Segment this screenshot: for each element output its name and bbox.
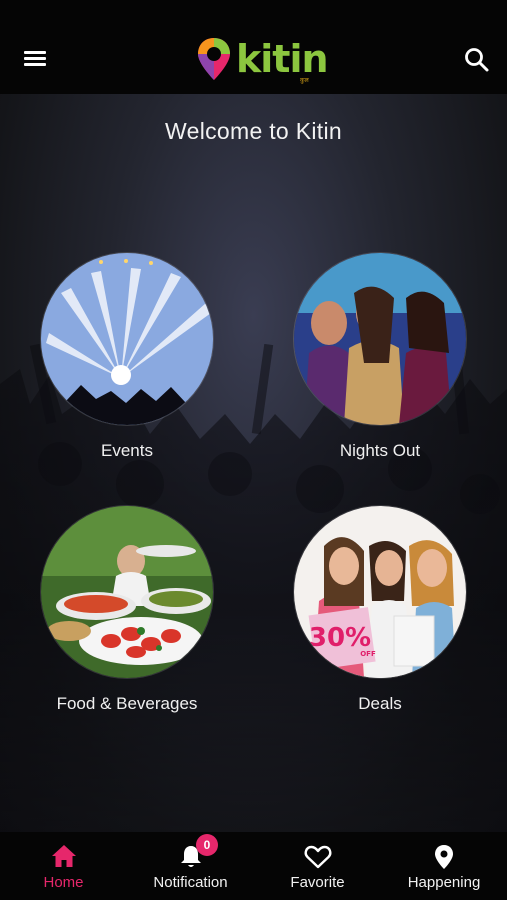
category-tile-nights-out[interactable]: Nights Out (280, 252, 480, 461)
deals-image: 30% OFF (293, 505, 467, 679)
category-tile-deals[interactable]: 30% OFF Deals (280, 505, 480, 714)
logo-wordmark: kitin (236, 37, 329, 81)
nav-favorite-label: Favorite (290, 874, 345, 891)
nav-notification-label: Notification (153, 874, 228, 891)
deals-label: Deals (358, 694, 402, 713)
logo-pin-icon (198, 38, 230, 80)
home-content: Welcome to Kitin Events Nights Out Food … (0, 94, 507, 832)
food-beverages-label: Food & Beverages (56, 694, 198, 713)
nav-home-label: Home (43, 874, 84, 891)
hamburger-menu-button[interactable] (22, 47, 48, 69)
map-pin-icon (435, 845, 453, 869)
category-tile-food-beverages[interactable]: Food & Beverages (27, 505, 227, 714)
nav-home[interactable]: Home (0, 832, 127, 900)
events-image (40, 252, 214, 426)
nav-happening-label: Happening (407, 874, 481, 891)
logo-subtext: कुल (300, 78, 309, 84)
food-beverages-image (40, 505, 214, 679)
nav-happening[interactable]: Happening (381, 832, 507, 900)
welcome-heading: Welcome to Kitin (165, 118, 342, 144)
deals-promo-text: 30% (309, 623, 371, 653)
nights-out-label: Nights Out (339, 441, 421, 460)
notification-count-badge: 0 (196, 834, 218, 856)
app-logo: kitin कुल (196, 36, 329, 84)
top-app-bar: kitin कुल (0, 0, 507, 94)
search-button[interactable] (462, 45, 492, 75)
heart-icon (304, 845, 331, 869)
category-tile-events[interactable]: Events (27, 252, 227, 461)
nav-notification[interactable]: 0 Notification (127, 832, 254, 900)
home-icon (51, 845, 76, 867)
nav-favorite[interactable]: Favorite (254, 832, 381, 900)
events-label: Events (101, 441, 153, 460)
search-icon (465, 48, 489, 72)
bottom-navigation: Home 0 Notification Favorite Happening (0, 832, 507, 900)
deals-promo-sub: OFF (360, 650, 376, 658)
nights-out-image (293, 252, 467, 426)
